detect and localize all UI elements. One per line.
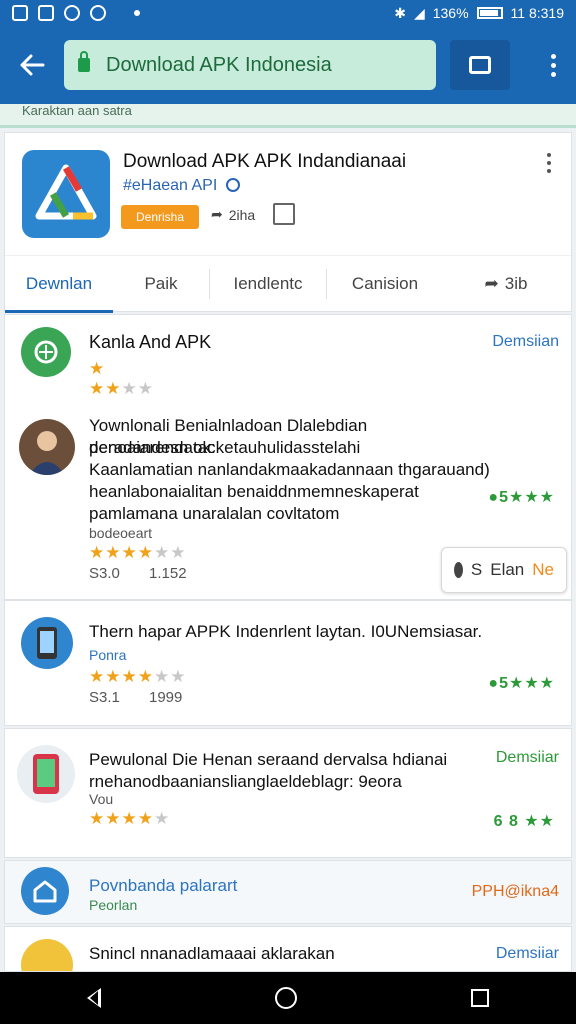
item-line: Vou [89,791,114,807]
android-icon [21,327,71,377]
item-title: Povnbanda palarart [89,876,238,895]
stat-score: S3.1 [89,689,120,706]
item-title: Kanla And APK [89,332,212,352]
green-rating-value: 5 [499,489,509,506]
clock: 11 8:319 [510,5,564,21]
tab-share-label: 3ib [504,274,528,293]
item-title: Pewulonal Die Henan seraand dervalsa hdi… [89,750,448,769]
verified-icon [225,178,240,192]
share-icon: ➦ [211,206,223,222]
review-line: heanlabonaialitan benaiddnmemneskaperat [89,482,419,501]
list-item[interactable]: Snincl nnanadlamaaai aklarakan Demsiiar [4,926,572,972]
pill-left: S [470,560,483,579]
pill-mid: Elan [490,560,525,579]
green-rating: 6 8 ★★ [493,813,555,830]
subheader-strip: Karaktan aan satra [0,104,576,128]
download-link[interactable]: Demsiian [492,333,559,351]
screenshot-icon[interactable] [273,203,295,225]
gallery-icon [64,5,80,21]
review-line: Kaanlamatian nanlandakmaakadannaan thgar… [89,460,490,479]
tab-paik[interactable]: Paik [113,256,209,313]
tab-canision[interactable]: Canision [327,256,443,313]
app-menu-icon[interactable] [547,153,551,173]
stat-count: 1999 [149,689,183,706]
battery-icon [476,7,503,19]
chat-icon [454,562,463,578]
phone-icon [17,745,75,803]
location-icon [38,5,54,21]
tabs-button[interactable] [450,40,510,90]
developer-name: #eHaean API [123,177,218,194]
action-pill[interactable]: S Elan Ne [441,547,567,593]
app-developer[interactable]: #eHaean API [123,177,240,195]
pill-right: Ne [532,560,554,579]
status-bar: ✱ ◢ 136% 11 8:319 [0,0,576,26]
star-rating: ★★★★★ [89,359,154,398]
star-rating: ★★★★★ [89,809,171,828]
star-rating: ★★★★★★ [89,667,187,686]
item-subtitle: Ponra [89,647,127,663]
green-rating-value: 6 8 [493,813,519,830]
url-text: Download APK Indonesia [106,53,332,76]
share-count-text: 2iha [228,206,256,223]
home-icon [21,867,69,915]
download-link[interactable]: Demsiiar [496,749,559,767]
thumb-icon: ● [488,489,500,506]
image-icon [12,5,28,21]
review-line: peradandesn tacketauhulidasstelahi [89,438,361,457]
thumb-icon: ● [488,675,500,692]
tab-iendlentc[interactable]: Iendlentc [210,256,326,313]
avatar [19,419,75,475]
list-item[interactable]: Pewulonal Die Henan seraand dervalsa hdi… [4,728,572,858]
bluetooth-icon: ✱ [394,4,406,21]
circle-icon [90,5,106,21]
install-badge[interactable]: Denrisha [121,205,199,229]
app-title: Download APK APK Indandianaai [123,151,407,172]
tab-share[interactable]: ➦ 3ib [443,256,569,313]
battery-text: 136% [432,5,469,21]
list-item[interactable]: Thern hapar APPK Indenrlent laytan. I0UN… [4,600,572,726]
browser-toolbar: Download APK Indonesia [0,26,576,104]
notification-dot-icon [134,10,140,16]
tab-download[interactable]: Dewnlan [5,256,113,313]
tabs-icon [469,56,491,74]
item-line: rnehanodbaanianslianglaeldeblagr: 9eora [89,772,402,791]
list-item[interactable]: Kanla And APK Demsiian ★ ★★★★ Yownlonali … [4,314,572,600]
green-rating: ●5★★★ [488,489,555,506]
item-title: Snincl nnanadlamaaai aklarakan [89,944,335,963]
list-item[interactable]: Povnbanda palarart Peorlan PPH@ikna4 [4,860,572,924]
item-subtitle: Peorlan [89,897,138,913]
subheader-text: Karaktan aan satra [22,104,132,118]
review-meta: bodeoeart [89,525,153,541]
nav-back-icon[interactable] [87,988,101,1008]
green-rating-value: 5 [499,675,509,692]
nav-recents-icon[interactable] [471,989,489,1007]
lock-icon [78,51,90,72]
wifi-off-icon: ◢ [413,4,425,21]
review-line: pamlamana unaralalan covltatom [89,504,340,523]
app-header-card: Download APK APK Indandianaai #eHaean AP… [4,132,572,313]
item-title: Thern hapar APPK Indenrlent laytan. I0UN… [89,622,483,641]
app-tabs: Dewnlan Paik Iendlentc Canision ➦ 3ib [5,255,571,313]
app-logo-icon[interactable] [22,150,110,238]
share-count[interactable]: ➦ 2iha [211,206,255,223]
stat-count: 1.152 [149,565,187,582]
kebab-menu-icon[interactable] [551,53,556,77]
system-nav-bar [0,972,576,1024]
nav-home-icon[interactable] [275,987,297,1009]
stat-score: S3.0 [89,565,120,582]
url-bar[interactable]: Download APK Indonesia [64,40,436,90]
share-icon: ➦ [484,274,499,293]
star-rating: ★★★★★★ [89,543,187,562]
phone-icon [21,617,73,669]
price-link[interactable]: PPH@ikna4 [472,883,559,901]
app-icon [21,939,73,971]
back-arrow-icon[interactable] [0,26,64,104]
green-rating: ●5★★★ [488,675,555,692]
download-link[interactable]: Demsiiar [496,945,559,963]
